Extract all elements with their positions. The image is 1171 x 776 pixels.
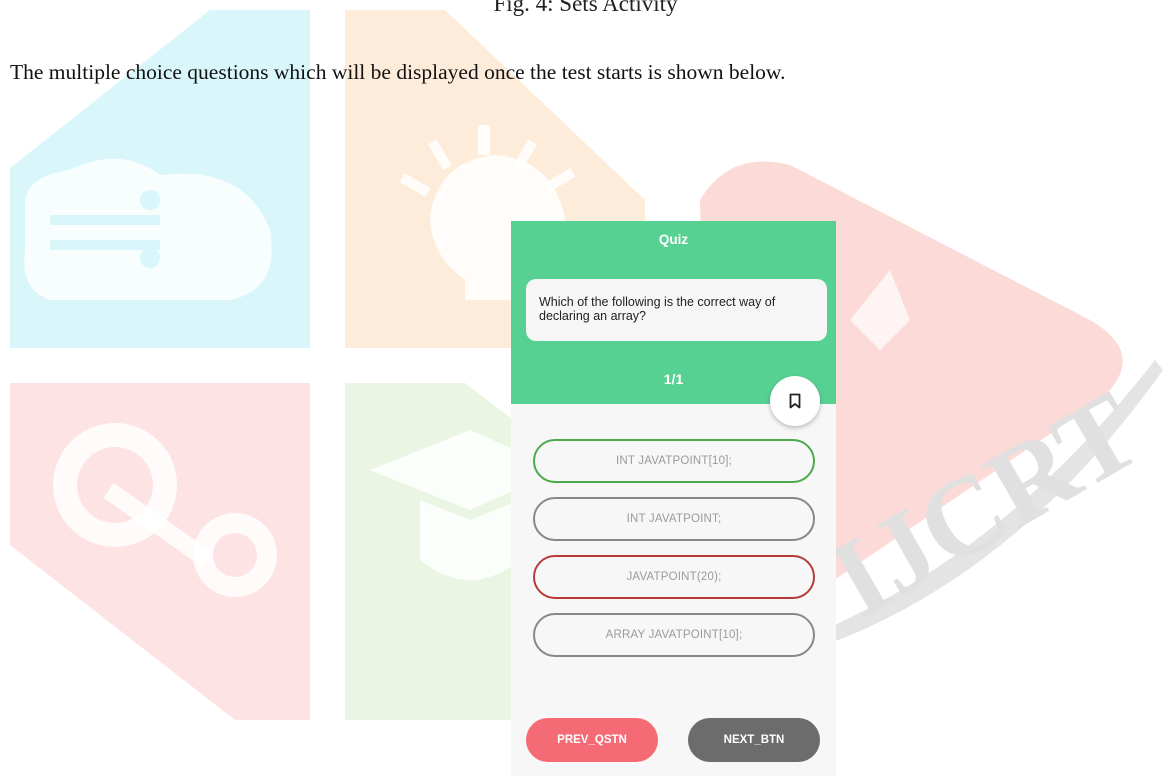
option-4-label: ARRAY JAVATPOINT[10];	[605, 629, 743, 641]
option-1-button[interactable]: INT JAVATPOINT[10];	[533, 439, 815, 483]
question-text: Which of the following is the correct wa…	[539, 295, 776, 323]
option-3-button[interactable]: JAVATPOINT(20);	[533, 555, 815, 599]
bookmark-button[interactable]	[770, 376, 820, 426]
quiz-title: Quiz	[658, 232, 689, 247]
option-1-label: INT JAVATPOINT[10];	[615, 455, 733, 467]
question-card: Which of the following is the correct wa…	[526, 279, 827, 341]
next-button[interactable]: NEXT_BTN	[688, 718, 820, 762]
option-2-label: INT JAVATPOINT;	[626, 513, 722, 525]
prev-question-button[interactable]: PREV_QSTN	[526, 718, 658, 762]
option-3-label: JAVATPOINT(20);	[626, 571, 722, 583]
bookmark-icon	[789, 393, 801, 409]
quiz-screenshot: Quiz Which of the following is the corre…	[511, 221, 836, 776]
figure-caption: Fig. 4: Sets Activity	[493, 0, 678, 16]
option-4-button[interactable]: ARRAY JAVATPOINT[10];	[533, 613, 815, 657]
option-2-button[interactable]: INT JAVATPOINT;	[533, 497, 815, 541]
body-paragraph: The multiple choice questions which will…	[10, 60, 786, 84]
